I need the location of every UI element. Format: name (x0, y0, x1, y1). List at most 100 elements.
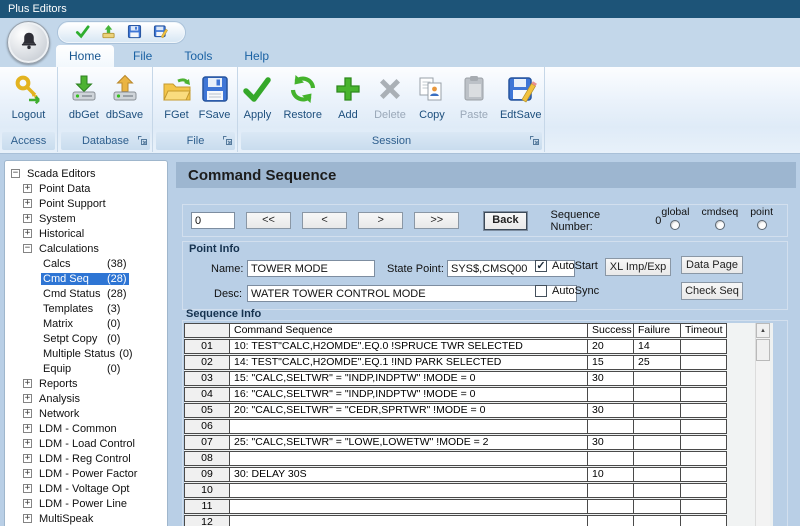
database-dialog-launcher-icon[interactable] (138, 136, 147, 148)
xl-impexp-button[interactable]: XL Imp/Exp (605, 258, 671, 276)
tree-item-point-support[interactable]: + Point Support (23, 196, 165, 211)
row-number[interactable]: 03 (184, 371, 230, 386)
tree-item-cmd-seq[interactable]: Cmd Seq (28) (41, 271, 165, 286)
tree-item-equip[interactable]: Equip (0) (41, 361, 165, 376)
global-radio[interactable] (670, 220, 681, 230)
tree-item-multispeak[interactable]: + MultiSpeak (23, 511, 165, 526)
tree-item-ldm-voltage-opt[interactable]: + LDM - Voltage Opt (23, 481, 165, 496)
timeout-cell[interactable] (681, 403, 727, 418)
cmd-cell[interactable] (230, 515, 588, 526)
last-record-button[interactable]: >> (414, 212, 460, 229)
tab-file[interactable]: File (120, 45, 165, 67)
failure-cell[interactable]: 14 (634, 339, 681, 354)
row-number[interactable]: 01 (184, 339, 230, 354)
cmd-cell[interactable]: 30: DELAY 30S (230, 467, 588, 482)
scrollbar-thumb[interactable] (756, 339, 770, 361)
tree-item-cmd-status[interactable]: Cmd Status (28) (41, 286, 165, 301)
timeout-cell[interactable] (681, 387, 727, 402)
previous-record-button[interactable]: < (302, 212, 348, 229)
failure-cell[interactable] (634, 435, 681, 450)
expand-icon[interactable]: + (23, 469, 32, 478)
column-header-command-sequence[interactable]: Command Sequence (230, 323, 588, 338)
file-dialog-launcher-icon[interactable] (223, 136, 232, 148)
apply-quick-icon[interactable] (75, 24, 90, 42)
failure-cell[interactable] (634, 371, 681, 386)
app-menu-button[interactable] (7, 21, 50, 64)
tree-item-ldm-power-line[interactable]: + LDM - Power Line (23, 496, 165, 511)
expand-icon[interactable]: + (23, 484, 32, 493)
tab-help[interactable]: Help (231, 45, 282, 67)
data-page-button[interactable]: Data Page (681, 256, 743, 274)
expand-icon[interactable]: + (23, 424, 32, 433)
tree-item-reports[interactable]: + Reports (23, 376, 165, 391)
autostart-checkbox-row[interactable]: ✓ AutoStart (535, 260, 598, 272)
row-number[interactable]: 04 (184, 387, 230, 402)
first-record-button[interactable]: << (246, 212, 292, 229)
cmd-cell[interactable]: 16: "CALC,SELTWR" = "INDP,INDPTW" !MODE … (230, 387, 588, 402)
timeout-cell[interactable] (681, 339, 727, 354)
column-header-failure[interactable]: Failure (634, 323, 681, 338)
timeout-cell[interactable] (681, 435, 727, 450)
dbsave-button[interactable]: dbSave (103, 71, 146, 123)
tree-item-point-data[interactable]: + Point Data (23, 181, 165, 196)
failure-cell[interactable] (634, 467, 681, 482)
row-number[interactable]: 12 (184, 515, 230, 526)
edtsave-button[interactable]: EdtSave (497, 71, 545, 123)
success-cell[interactable]: 10 (588, 467, 634, 482)
collapse-icon[interactable]: − (11, 169, 20, 178)
back-button[interactable]: Back (484, 211, 527, 230)
expand-icon[interactable]: + (23, 214, 32, 223)
expand-icon[interactable]: + (23, 184, 32, 193)
cmd-cell[interactable]: 10: TEST"CALC,H2OMDE".EQ.0 !SPRUCE TWR S… (230, 339, 588, 354)
row-number[interactable]: 06 (184, 419, 230, 434)
success-cell[interactable] (588, 451, 634, 466)
save-quick-icon[interactable] (127, 24, 142, 42)
tree-item-ldm-reg-control[interactable]: + LDM - Reg Control (23, 451, 165, 466)
tree-item-analysis[interactable]: + Analysis (23, 391, 165, 406)
tree-item-network[interactable]: + Network (23, 406, 165, 421)
next-record-button[interactable]: > (358, 212, 404, 229)
success-cell[interactable]: 30 (588, 371, 634, 386)
cmd-cell[interactable] (230, 419, 588, 434)
session-dialog-launcher-icon[interactable] (530, 136, 539, 148)
import-quick-icon[interactable] (101, 24, 116, 42)
timeout-cell[interactable] (681, 451, 727, 466)
success-cell[interactable]: 15 (588, 355, 634, 370)
row-number[interactable]: 08 (184, 451, 230, 466)
row-number[interactable]: 07 (184, 435, 230, 450)
success-cell[interactable] (588, 419, 634, 434)
expand-icon[interactable]: + (23, 199, 32, 208)
cmd-cell[interactable] (230, 451, 588, 466)
success-cell[interactable] (588, 387, 634, 402)
timeout-cell[interactable] (681, 499, 727, 514)
scroll-up-icon[interactable]: ▲ (756, 323, 770, 338)
failure-cell[interactable] (634, 515, 681, 526)
timeout-cell[interactable] (681, 419, 727, 434)
autosync-checkbox-row[interactable]: AutoSync (535, 285, 599, 297)
grid-scrollbar[interactable]: ▲ (755, 323, 770, 526)
row-number[interactable]: 09 (184, 467, 230, 482)
autosync-checkbox[interactable] (535, 285, 547, 297)
timeout-cell[interactable] (681, 371, 727, 386)
cmd-cell[interactable]: 25: "CALC,SELTWR" = "LOWE,LOWETW" !MODE … (230, 435, 588, 450)
row-number[interactable]: 10 (184, 483, 230, 498)
tree-item-ldm-common[interactable]: + LDM - Common (23, 421, 165, 436)
failure-cell[interactable] (634, 419, 681, 434)
tree-item-matrix[interactable]: Matrix (0) (41, 316, 165, 331)
tab-tools[interactable]: Tools (171, 45, 225, 67)
cmd-cell[interactable]: 14: TEST"CALC,H2OMDE".EQ.1 !IND PARK SEL… (230, 355, 588, 370)
failure-cell[interactable] (634, 451, 681, 466)
cmdseq-radio[interactable] (714, 220, 725, 230)
tab-home[interactable]: Home (56, 45, 115, 67)
row-number[interactable]: 11 (184, 499, 230, 514)
tree-item-scada-editors[interactable]: − Scada Editors (11, 166, 165, 181)
tree-item-multiple-status[interactable]: Multiple Status (0) (41, 346, 165, 361)
cmd-cell[interactable] (230, 499, 588, 514)
success-cell[interactable]: 20 (588, 339, 634, 354)
fsave-button[interactable]: FSave (196, 71, 234, 123)
expand-icon[interactable]: + (23, 379, 32, 388)
timeout-cell[interactable] (681, 467, 727, 482)
success-cell[interactable] (588, 515, 634, 526)
column-header-timeout[interactable]: Timeout (681, 323, 727, 338)
tree-item-ldm-load-control[interactable]: + LDM - Load Control (23, 436, 165, 451)
